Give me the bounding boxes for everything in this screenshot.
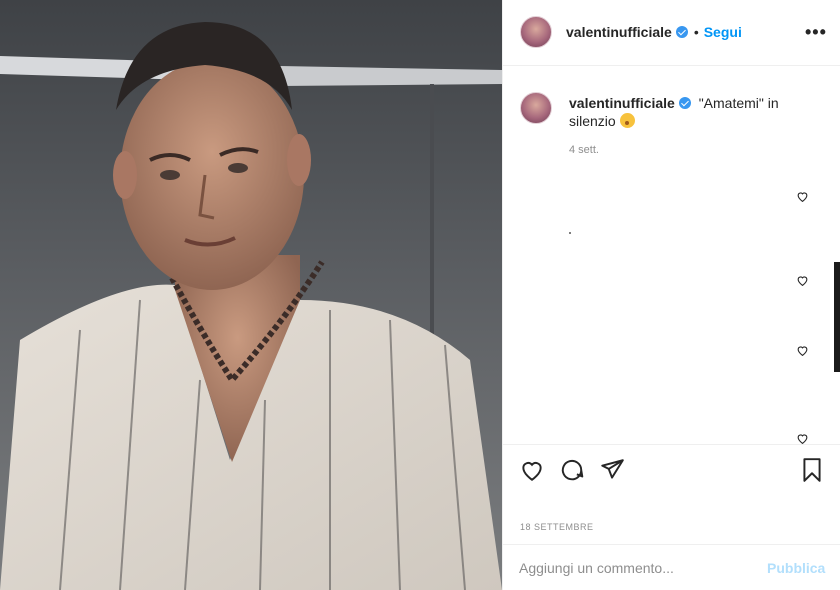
more-options-icon[interactable]: ••• (805, 23, 827, 41)
background-edge (834, 262, 840, 372)
comment-icon[interactable] (559, 457, 585, 483)
post-header: valentinufficiale • Segui ••• (503, 0, 840, 66)
comment-like-icon[interactable] (796, 432, 809, 444)
caption-timestamp[interactable]: 4 sett. (569, 144, 599, 156)
comment-dot (569, 232, 571, 234)
comment-like-icon[interactable] (796, 274, 809, 287)
avatar[interactable] (520, 16, 552, 48)
caption: valentinufficiale "Amatemi" in silenzio (569, 94, 799, 130)
header-user-line: valentinufficiale • Segui (566, 24, 742, 40)
publish-button[interactable]: Pubblica (767, 560, 825, 576)
heart-icon[interactable] (519, 457, 545, 483)
verified-badge-icon (675, 26, 688, 38)
add-comment-section: Pubblica (503, 544, 840, 590)
paper-plane-icon[interactable] (599, 457, 625, 483)
caption-username-link[interactable]: valentinufficiale (569, 95, 675, 111)
follow-button[interactable]: Segui (704, 24, 742, 40)
portrait-image (0, 0, 502, 590)
action-bar (503, 444, 840, 490)
comment-input[interactable] (519, 558, 749, 578)
caption-avatar[interactable] (520, 92, 552, 124)
bookmark-icon[interactable] (799, 457, 825, 483)
kiss-emoji-icon (619, 113, 635, 128)
comments-list[interactable]: valentinufficiale "Amatemi" in silenzio … (503, 66, 840, 444)
comment-like-icon[interactable] (796, 190, 809, 203)
post-side-panel: valentinufficiale • Segui ••• valentinuf… (502, 0, 840, 590)
verified-badge-icon (678, 97, 691, 109)
comment-like-icon[interactable] (796, 344, 809, 357)
separator-dot: • (693, 24, 699, 40)
post-photo[interactable] (0, 0, 502, 590)
username-link[interactable]: valentinufficiale (566, 24, 672, 40)
post-date[interactable]: 18 settembre (520, 522, 594, 532)
